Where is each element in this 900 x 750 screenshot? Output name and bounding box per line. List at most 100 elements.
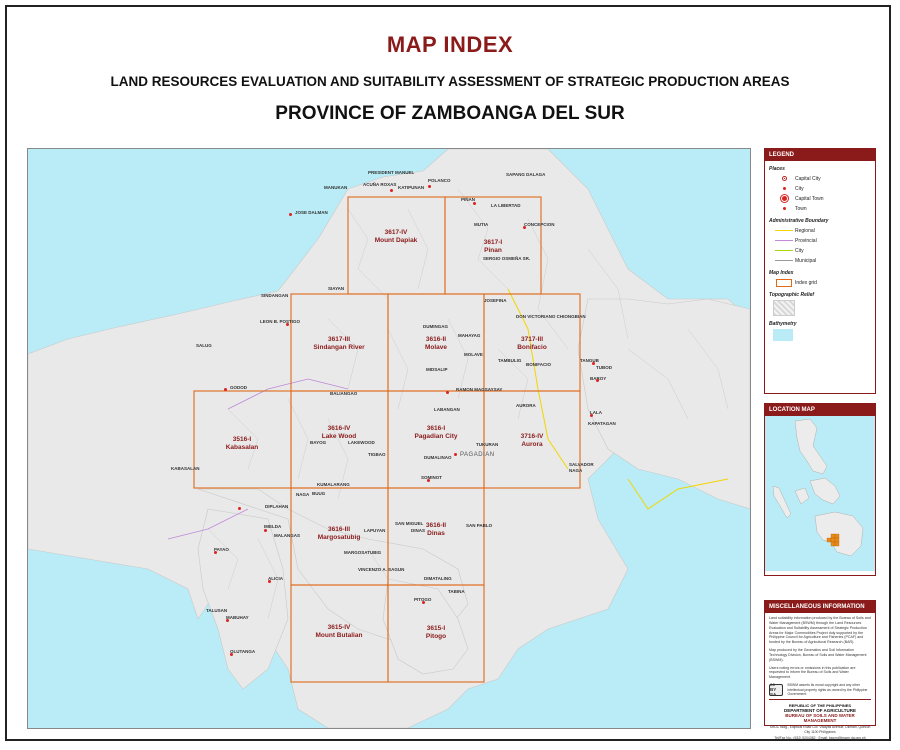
place-label: SIAYAN [328,286,345,291]
town-marker [446,391,449,394]
city-line-icon [775,250,793,251]
place-label: LA LIBERTAD [491,203,521,208]
town-icon [782,207,786,210]
place-label: TUKURAN [476,442,499,447]
org-contact: Tel/Fax No.: (632) 9204382 · Email: bswm… [774,736,866,741]
relief-swatch-icon [773,300,795,316]
tile-label: 3615-IV Mount Butalian [315,624,363,639]
legend-title: LEGEND [765,149,875,161]
place-label: SALVADOR [569,462,594,467]
place-label: BONIFACIO [526,362,552,367]
town-marker [264,529,267,532]
place-label: MARGOSATUBIG [344,550,382,555]
town-marker [422,601,425,604]
misc-info-panel: MISCELLANEOUS INFORMATION Land suitabili… [764,600,876,740]
place-label: DUMALINAO [424,455,452,460]
place-label: JOSE DALMAN [295,210,328,215]
location-map-canvas [765,416,875,571]
town-marker [473,202,476,205]
place-label: AURORA [516,403,536,408]
place-label: GODOD [230,385,248,390]
org-bureau: BUREAU OF SOILS AND WATER MANAGEMENT [785,713,855,724]
place-label: NAGA [296,492,310,497]
place-label: MABUHAY [226,615,249,620]
town-marker [289,213,292,216]
town-marker [268,580,271,583]
legend-item-municipal: Municipal [773,256,871,265]
regional-line-icon [775,230,793,231]
org-block: REPUBLIC OF THE PHILIPPINES DEPARTMENT O… [769,699,871,740]
place-label: RAMON MAGSAYSAY [456,387,503,392]
town-marker [523,226,526,229]
place-label: MALANGAS [274,533,300,538]
place-label: VINCENZO A. SAGUN [358,567,405,572]
place-label: OLUTANGA [230,649,256,654]
town-marker [286,323,289,326]
cc-license-icon: cc BY SA [769,682,784,697]
tile-label: 3616-I Pagadian City [414,425,458,440]
place-label: DIMATALING [424,576,452,581]
legend-item-capital-city: Capital City [773,174,871,183]
place-label: SERGIO OSMEÑA SR. [483,256,531,261]
place-label: KAPATAGAN [588,421,616,426]
town-marker [214,551,217,554]
place-label: SINDANGAN [261,293,289,298]
legend-panel: LEGEND Places Capital City City Capital … [764,148,876,394]
place-label: DIPLAHAN [265,504,289,509]
place-label: KABASALAN [171,466,200,471]
place-label: DON VICTORIANO CHIONGBIAN [516,314,586,319]
place-label: LAKEWOOD [348,440,375,445]
main-map[interactable]: 3617-IV Mount Dapiak 3617-I Pinan 3617-III… [27,148,751,729]
place-label: BALIANGAO [330,391,358,396]
place-label: MAHAYAG [458,333,481,338]
place-label: SALUG [196,343,212,348]
misc-text-3: Users noting errors or omissions in this… [769,665,856,680]
town-marker [226,619,229,622]
place-label: SOMINOT [421,475,442,480]
place-label: LAPUYAN [364,528,386,533]
legend-admin-title: Administrative Boundary [769,218,829,224]
legend-index-title: Map Index [769,270,794,276]
place-label: CONCEPCION [524,222,555,227]
map-subtitle: LAND RESOURCES EVALUATION AND SUITABILIT… [110,74,790,89]
place-label: SAN MIGUEL [395,521,424,526]
place-label: KUMALARANG [317,482,350,487]
place-label: ACUÑA ROXAS [363,182,397,187]
tile-label: 3717-III Bonifacio [517,336,547,351]
place-label: PRESIDENT MANUEL [368,170,415,175]
municipal-line-icon [775,260,793,261]
town-marker [596,379,599,382]
place-label: SAN PABLO [466,523,493,528]
legend-item-city-boundary: City [773,246,871,255]
place-label: MANUKAN [324,185,348,190]
misc-text-2: Map produced by the Geomatics and Soil I… [769,648,867,662]
tile-label: 3615-I Pitogo [425,625,447,640]
misc-info-title: MISCELLANEOUS INFORMATION [765,601,875,613]
legend-places-title: Places [769,166,785,172]
place-label: BAYOG [310,440,327,445]
place-label: TUBOD [596,365,612,370]
index-grid-icon [776,278,792,287]
org-address: SRDC Bldg., Elliptical Road Cor. Visayas… [769,725,871,734]
cc-license-text: BSWM asserts its moral copyright and any… [787,683,868,696]
tile-label: 3617-I Pinan [483,239,503,254]
place-label: POLANCO [428,178,451,183]
place-label: TANGUB [580,358,599,363]
town-marker [390,189,393,192]
place-label: DINAS [411,528,426,533]
province-title: PROVINCE OF ZAMBOANGA DEL SUR [275,103,625,124]
bathymetry-swatch-icon [773,329,793,341]
tile-label: 3617-IV Mount Dapiak [374,229,418,244]
place-label: TALUSAN [206,608,228,613]
tile-label: 3616-IV Lake Wood [321,425,357,440]
legend-item-capital-town: Capital Town [773,194,871,203]
town-marker [230,653,233,656]
tile-label: 3516-I Kabasalan [225,436,259,451]
place-label: SAPANG DALAGA [506,172,546,177]
legend-item-provincial: Provincial [773,236,871,245]
place-label: LABANGAN [434,407,460,412]
legend-item-regional: Regional [773,226,871,235]
tile-label: 3716-IV Aurora [520,433,544,448]
town-marker [592,362,595,365]
place-label: DUMINGAG [423,324,448,329]
